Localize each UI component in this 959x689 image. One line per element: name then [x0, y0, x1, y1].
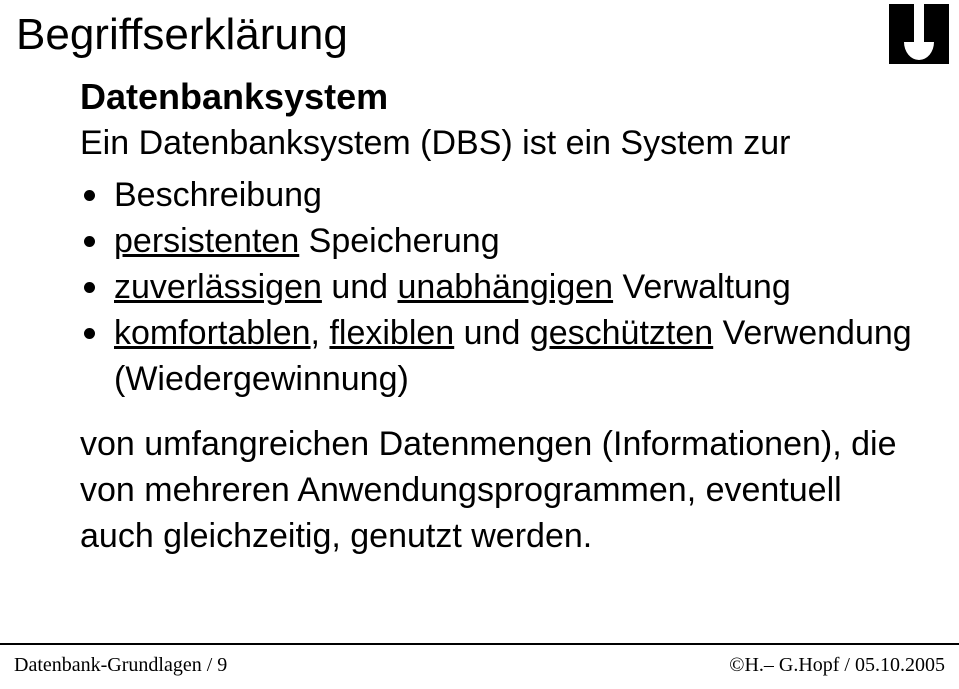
intro-line: Ein Datenbanksystem (DBS) ist ein System…	[80, 124, 919, 163]
bullet-list: Beschreibung persistenten Speicherung zu…	[80, 173, 919, 402]
footer-right: ©H.– G.Hopf / 05.10.2005	[729, 654, 945, 677]
bullet-text: und	[322, 268, 398, 306]
content-area: Datenbanksystem Ein Datenbanksystem (DBS…	[80, 76, 919, 560]
bullet-text: Beschreibung	[114, 176, 322, 214]
bullet-underline: geschützten	[530, 314, 713, 352]
bullet-text: Verwaltung	[613, 268, 791, 306]
footer: Datenbank-Grundlagen / 9 ©H.– G.Hopf / 0…	[14, 654, 945, 677]
bullet-underline: unabhängigen	[398, 268, 614, 306]
bullet-text: Speicherung	[299, 222, 499, 260]
list-item: zuverlässigen und unabhängigen Verwaltun…	[80, 265, 919, 311]
bullet-underline: persistenten	[114, 222, 299, 260]
bullet-underline: flexiblen	[329, 314, 454, 352]
bullet-underline: zuverlässigen	[114, 268, 322, 306]
list-item: komfortablen, flexiblen und geschützten …	[80, 311, 919, 403]
bullet-text: ,	[311, 314, 330, 352]
paragraph: von umfangreichen Datenmengen (Informati…	[80, 422, 919, 560]
subtitle: Datenbanksystem	[80, 76, 919, 118]
bullet-text: und	[454, 314, 530, 352]
slide: Begriffserklärung Datenbanksystem Ein Da…	[0, 0, 959, 689]
bullet-underline: komfortablen	[114, 314, 311, 352]
list-item: Beschreibung	[80, 173, 919, 219]
list-item: persistenten Speicherung	[80, 219, 919, 265]
slide-title: Begriffserklärung	[16, 10, 348, 60]
footer-left: Datenbank-Grundlagen / 9	[14, 654, 227, 677]
footer-divider	[0, 643, 959, 645]
ohm-logo-icon	[889, 4, 949, 64]
